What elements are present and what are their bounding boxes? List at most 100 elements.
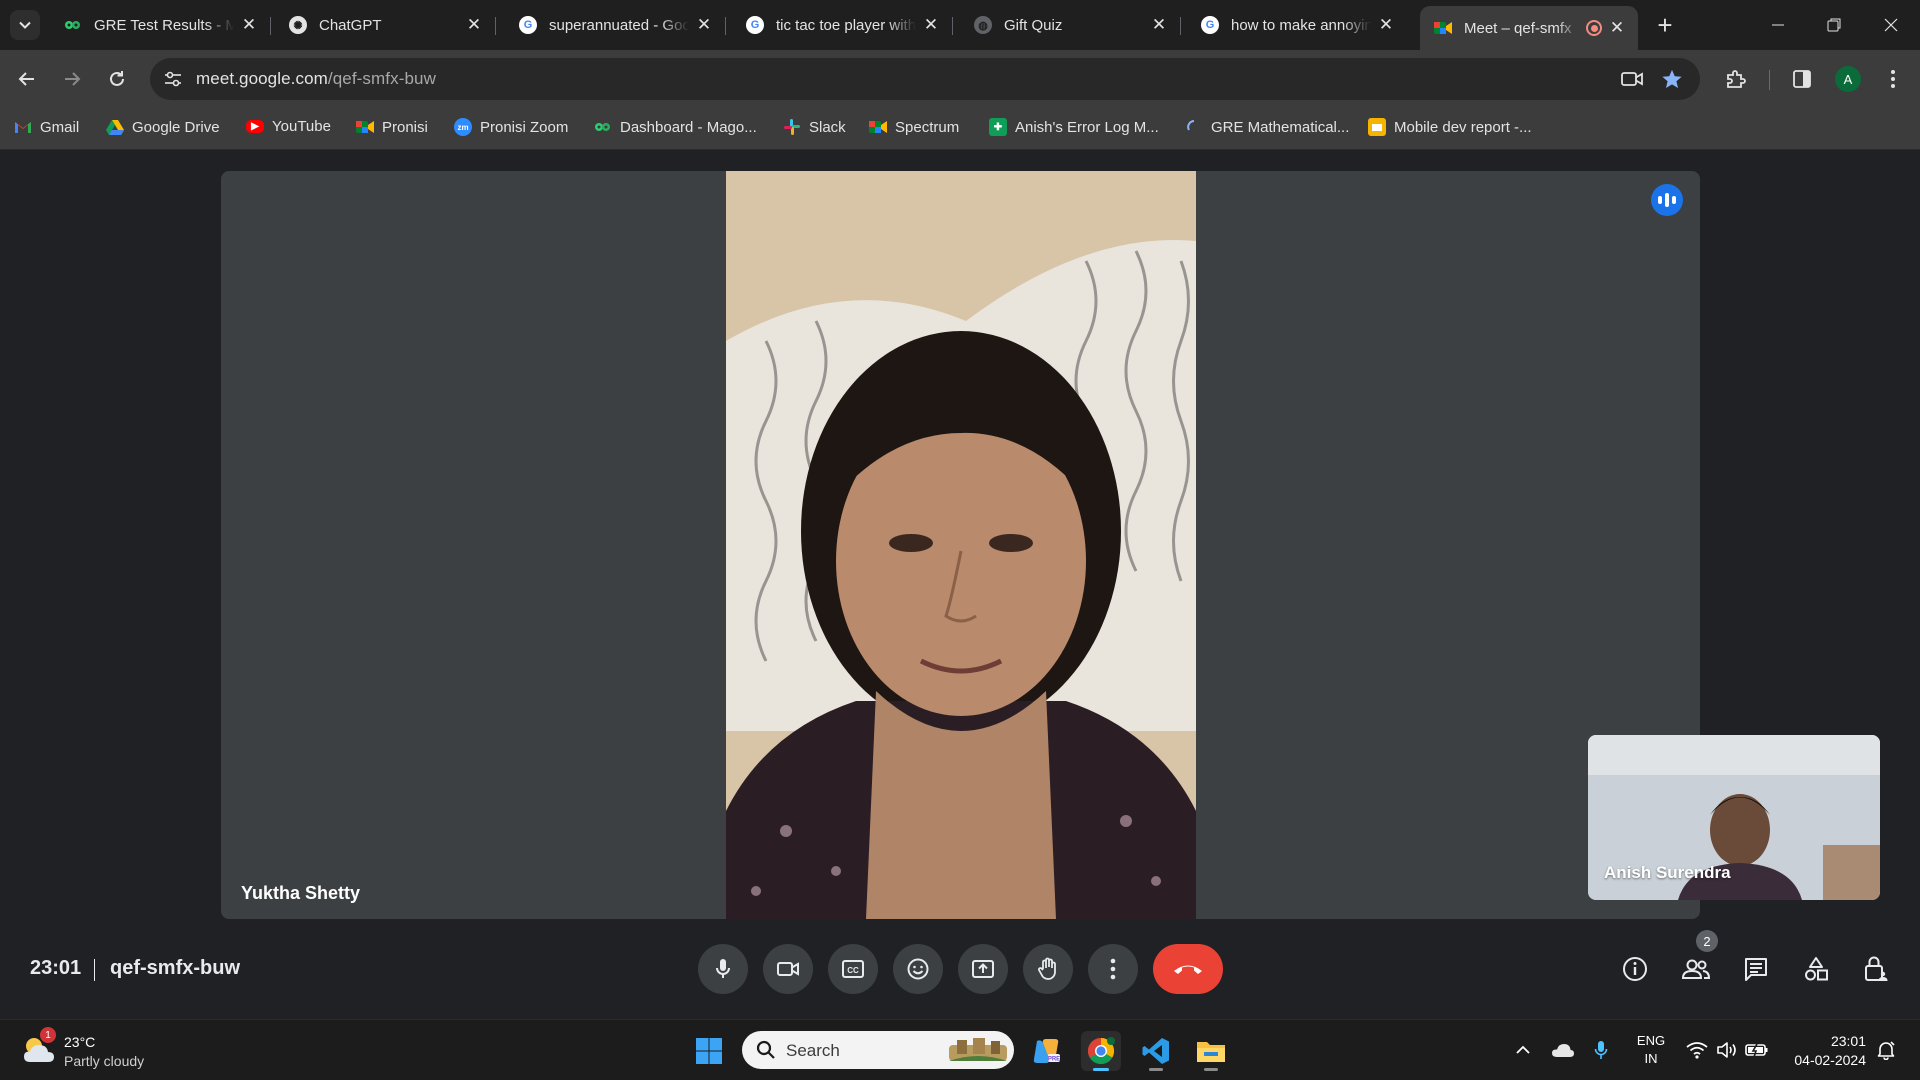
chrome-menu-icon[interactable] (1880, 66, 1906, 92)
bookmark-pronisi[interactable]: Pronisi (356, 118, 428, 136)
bookmark-star-icon[interactable] (1660, 67, 1684, 91)
weather-condition[interactable]: Partly cloudy (64, 1053, 144, 1069)
bookmark-gre-mathematical[interactable]: GRE Mathematical... (1185, 118, 1349, 136)
captions-button[interactable]: CC (828, 944, 878, 994)
taskbar-copilot[interactable]: PRE (1026, 1031, 1066, 1071)
bookmark-dashboard-magoosh[interactable]: Dashboard - Mago... (594, 118, 757, 136)
close-icon[interactable]: ✕ (1150, 16, 1168, 34)
back-button[interactable] (10, 62, 44, 96)
tab-search-button[interactable] (10, 10, 40, 40)
input-language-indicator[interactable]: ENG IN (1633, 1032, 1669, 1068)
raise-hand-button[interactable] (1023, 944, 1073, 994)
start-button[interactable] (689, 1031, 729, 1071)
network-tray-icon[interactable] (1684, 1039, 1710, 1061)
bookmark-google-drive[interactable]: Google Drive (106, 118, 220, 136)
tab-gift-quiz[interactable]: ◍ Gift Quiz ✕ (960, 8, 1181, 42)
show-hidden-icons-button[interactable] (1512, 1039, 1534, 1061)
arrow-right-icon (65, 72, 81, 86)
tab-tic-tac-toe[interactable]: G tic tac toe player with ✕ (732, 8, 953, 42)
close-icon[interactable]: ✕ (1377, 16, 1395, 34)
bookmark-pronisi-zoom[interactable]: zm Pronisi Zoom (454, 118, 568, 136)
tab-title: how to make annoyin (1231, 16, 1371, 34)
tab-strip: GRE Test Results - Ma ✕ ✺ ChatGPT ✕ G su… (0, 0, 1920, 50)
taskbar-file-explorer[interactable] (1191, 1031, 1231, 1071)
forward-button[interactable] (55, 62, 89, 96)
close-icon[interactable]: ✕ (1608, 19, 1626, 37)
present-icon (972, 960, 994, 978)
new-tab-button[interactable]: + (1650, 10, 1680, 40)
tab-title: Gift Quiz (1004, 16, 1063, 34)
meeting-details-button[interactable] (1615, 949, 1655, 989)
camera-button[interactable] (763, 944, 813, 994)
volume-tray-icon[interactable] (1714, 1039, 1740, 1061)
microphone-icon (1594, 1041, 1608, 1059)
close-window-button[interactable] (1862, 0, 1920, 50)
copilot-icon: PRE (1033, 1039, 1060, 1063)
loading-icon (1185, 118, 1203, 136)
restore-icon (1827, 18, 1841, 32)
close-icon[interactable]: ✕ (695, 16, 713, 34)
taskbar-vscode[interactable] (1136, 1031, 1176, 1071)
url-host: meet.google.com (196, 69, 328, 88)
video-camera-icon (777, 962, 799, 976)
close-icon[interactable]: ✕ (465, 16, 483, 34)
vscode-icon (1142, 1038, 1169, 1064)
profile-avatar[interactable]: A (1835, 66, 1861, 92)
microphone-tray-icon[interactable] (1591, 1039, 1611, 1061)
camera-in-use-icon[interactable] (1620, 67, 1644, 91)
speaking-indicator-icon (1651, 184, 1683, 216)
bookmark-gmail[interactable]: Gmail (14, 118, 79, 136)
bookmark-youtube[interactable]: ▶ YouTube (246, 118, 331, 135)
tab-meet[interactable]: Meet – qef-smfx ✕ (1420, 6, 1638, 50)
close-icon[interactable]: ✕ (240, 16, 258, 34)
site-info-icon[interactable] (160, 66, 186, 92)
battery-tray-icon[interactable] (1744, 1039, 1770, 1061)
participant-tile-self[interactable]: Anish Surendra (1588, 735, 1880, 900)
notifications-button[interactable] (1874, 1039, 1898, 1061)
bookmark-spectrum[interactable]: Spectrum (869, 118, 959, 136)
slides-icon (1368, 118, 1386, 136)
tab-annoying[interactable]: G how to make annoyin ✕ (1187, 8, 1407, 42)
magoosh-icon (64, 16, 82, 34)
extensions-icon[interactable] (1723, 66, 1749, 92)
host-controls-button[interactable] (1856, 949, 1896, 989)
drive-icon (106, 118, 124, 136)
activities-button[interactable] (1796, 949, 1836, 989)
more-options-button[interactable] (1088, 944, 1138, 994)
tab-gre-results[interactable]: GRE Test Results - Ma ✕ (50, 8, 271, 42)
chat-icon (1745, 958, 1767, 981)
bookmark-label: Mobile dev report -... (1394, 118, 1532, 136)
system-clock[interactable]: 23:01 04-02-2024 (1780, 1032, 1866, 1070)
microphone-button[interactable] (698, 944, 748, 994)
weather-temperature[interactable]: 23°C (64, 1034, 95, 1050)
taskbar-search[interactable]: Search (742, 1031, 1014, 1069)
toolbar-divider (1769, 70, 1770, 90)
chat-button[interactable] (1736, 949, 1776, 989)
people-button[interactable] (1676, 949, 1716, 989)
onedrive-tray-icon[interactable] (1550, 1039, 1576, 1061)
bookmark-slack[interactable]: Slack (783, 118, 846, 136)
speaker-icon (1717, 1042, 1736, 1058)
present-screen-button[interactable] (958, 944, 1008, 994)
bookmark-label: Gmail (40, 118, 80, 136)
recording-icon (1586, 20, 1602, 36)
reactions-button[interactable] (893, 944, 943, 994)
bookmark-label: Spectrum (895, 118, 960, 136)
address-bar[interactable]: meet.google.com/qef-smfx-buw (150, 58, 1700, 100)
leave-call-button[interactable] (1153, 944, 1223, 994)
bookmark-error-log[interactable]: ✚ Anish's Error Log M... (989, 118, 1159, 136)
close-icon[interactable]: ✕ (922, 16, 940, 34)
side-panel-icon[interactable] (1789, 66, 1815, 92)
minimize-button[interactable] (1749, 0, 1807, 50)
restore-button[interactable] (1805, 0, 1863, 50)
tab-superannuated[interactable]: G superannuated - Goo ✕ (505, 8, 726, 42)
tab-chatgpt[interactable]: ✺ ChatGPT ✕ (275, 8, 496, 42)
reload-button[interactable] (100, 62, 134, 96)
bookmark-mobile-dev-report[interactable]: Mobile dev report -... (1368, 118, 1532, 136)
participant-tile-main[interactable]: Yuktha Shetty (221, 171, 1700, 919)
url-text[interactable]: meet.google.com/qef-smfx-buw (196, 69, 436, 89)
taskbar-chrome[interactable] (1081, 1031, 1121, 1071)
bookmark-label: Slack (809, 118, 846, 136)
wifi-icon (1686, 1042, 1708, 1059)
cloud-icon (1552, 1044, 1574, 1057)
